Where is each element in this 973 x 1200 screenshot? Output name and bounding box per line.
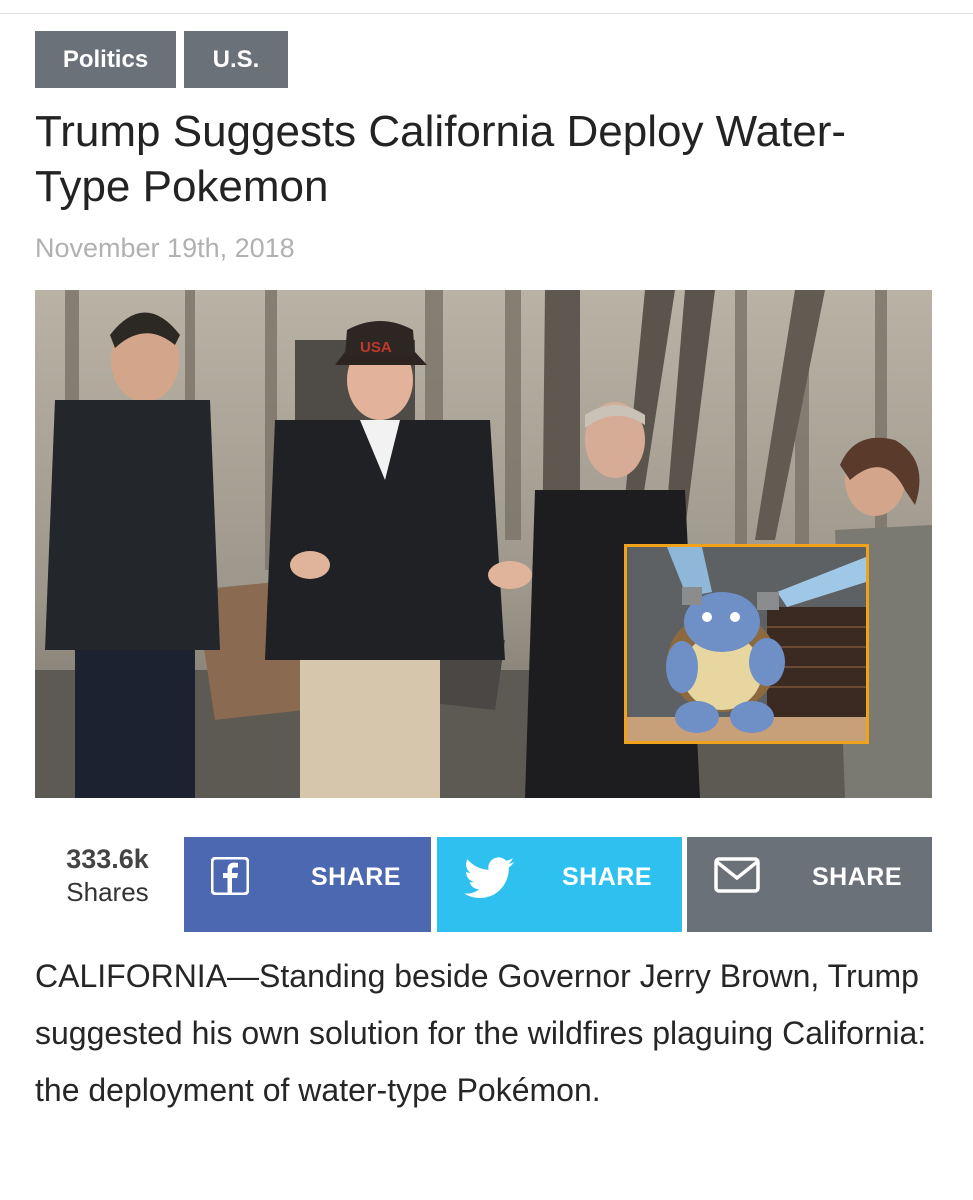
twitter-icon <box>464 857 514 904</box>
facebook-icon <box>210 856 250 900</box>
facebook-share-label: SHARE <box>310 863 401 891</box>
top-divider <box>0 13 973 14</box>
article-headline: Trump Suggests California Deploy Water-T… <box>35 107 847 211</box>
cap-text: USA <box>360 339 392 356</box>
tag-politics[interactable]: Politics <box>35 31 176 88</box>
share-counter: 333.6k Shares <box>35 838 180 931</box>
article-body: CALIFORNIA—Standing beside Governor Jerr… <box>35 958 927 1108</box>
article-date: November 19th, 2018 <box>35 233 295 263</box>
share-count-label: Shares <box>66 877 149 907</box>
tag-us[interactable]: U.S. <box>184 31 288 88</box>
email-share-button[interactable]: SHARE <box>687 837 932 932</box>
twitter-share-button[interactable]: SHARE <box>437 837 682 932</box>
email-share-label: SHARE <box>811 863 902 891</box>
mail-icon <box>714 857 760 898</box>
facebook-share-button[interactable]: SHARE <box>184 837 431 932</box>
category-tags: Politics U.S. <box>35 31 288 88</box>
share-count-value: 333.6k <box>66 844 149 874</box>
blastoise-inset <box>624 544 869 744</box>
twitter-share-label: SHARE <box>561 863 652 891</box>
